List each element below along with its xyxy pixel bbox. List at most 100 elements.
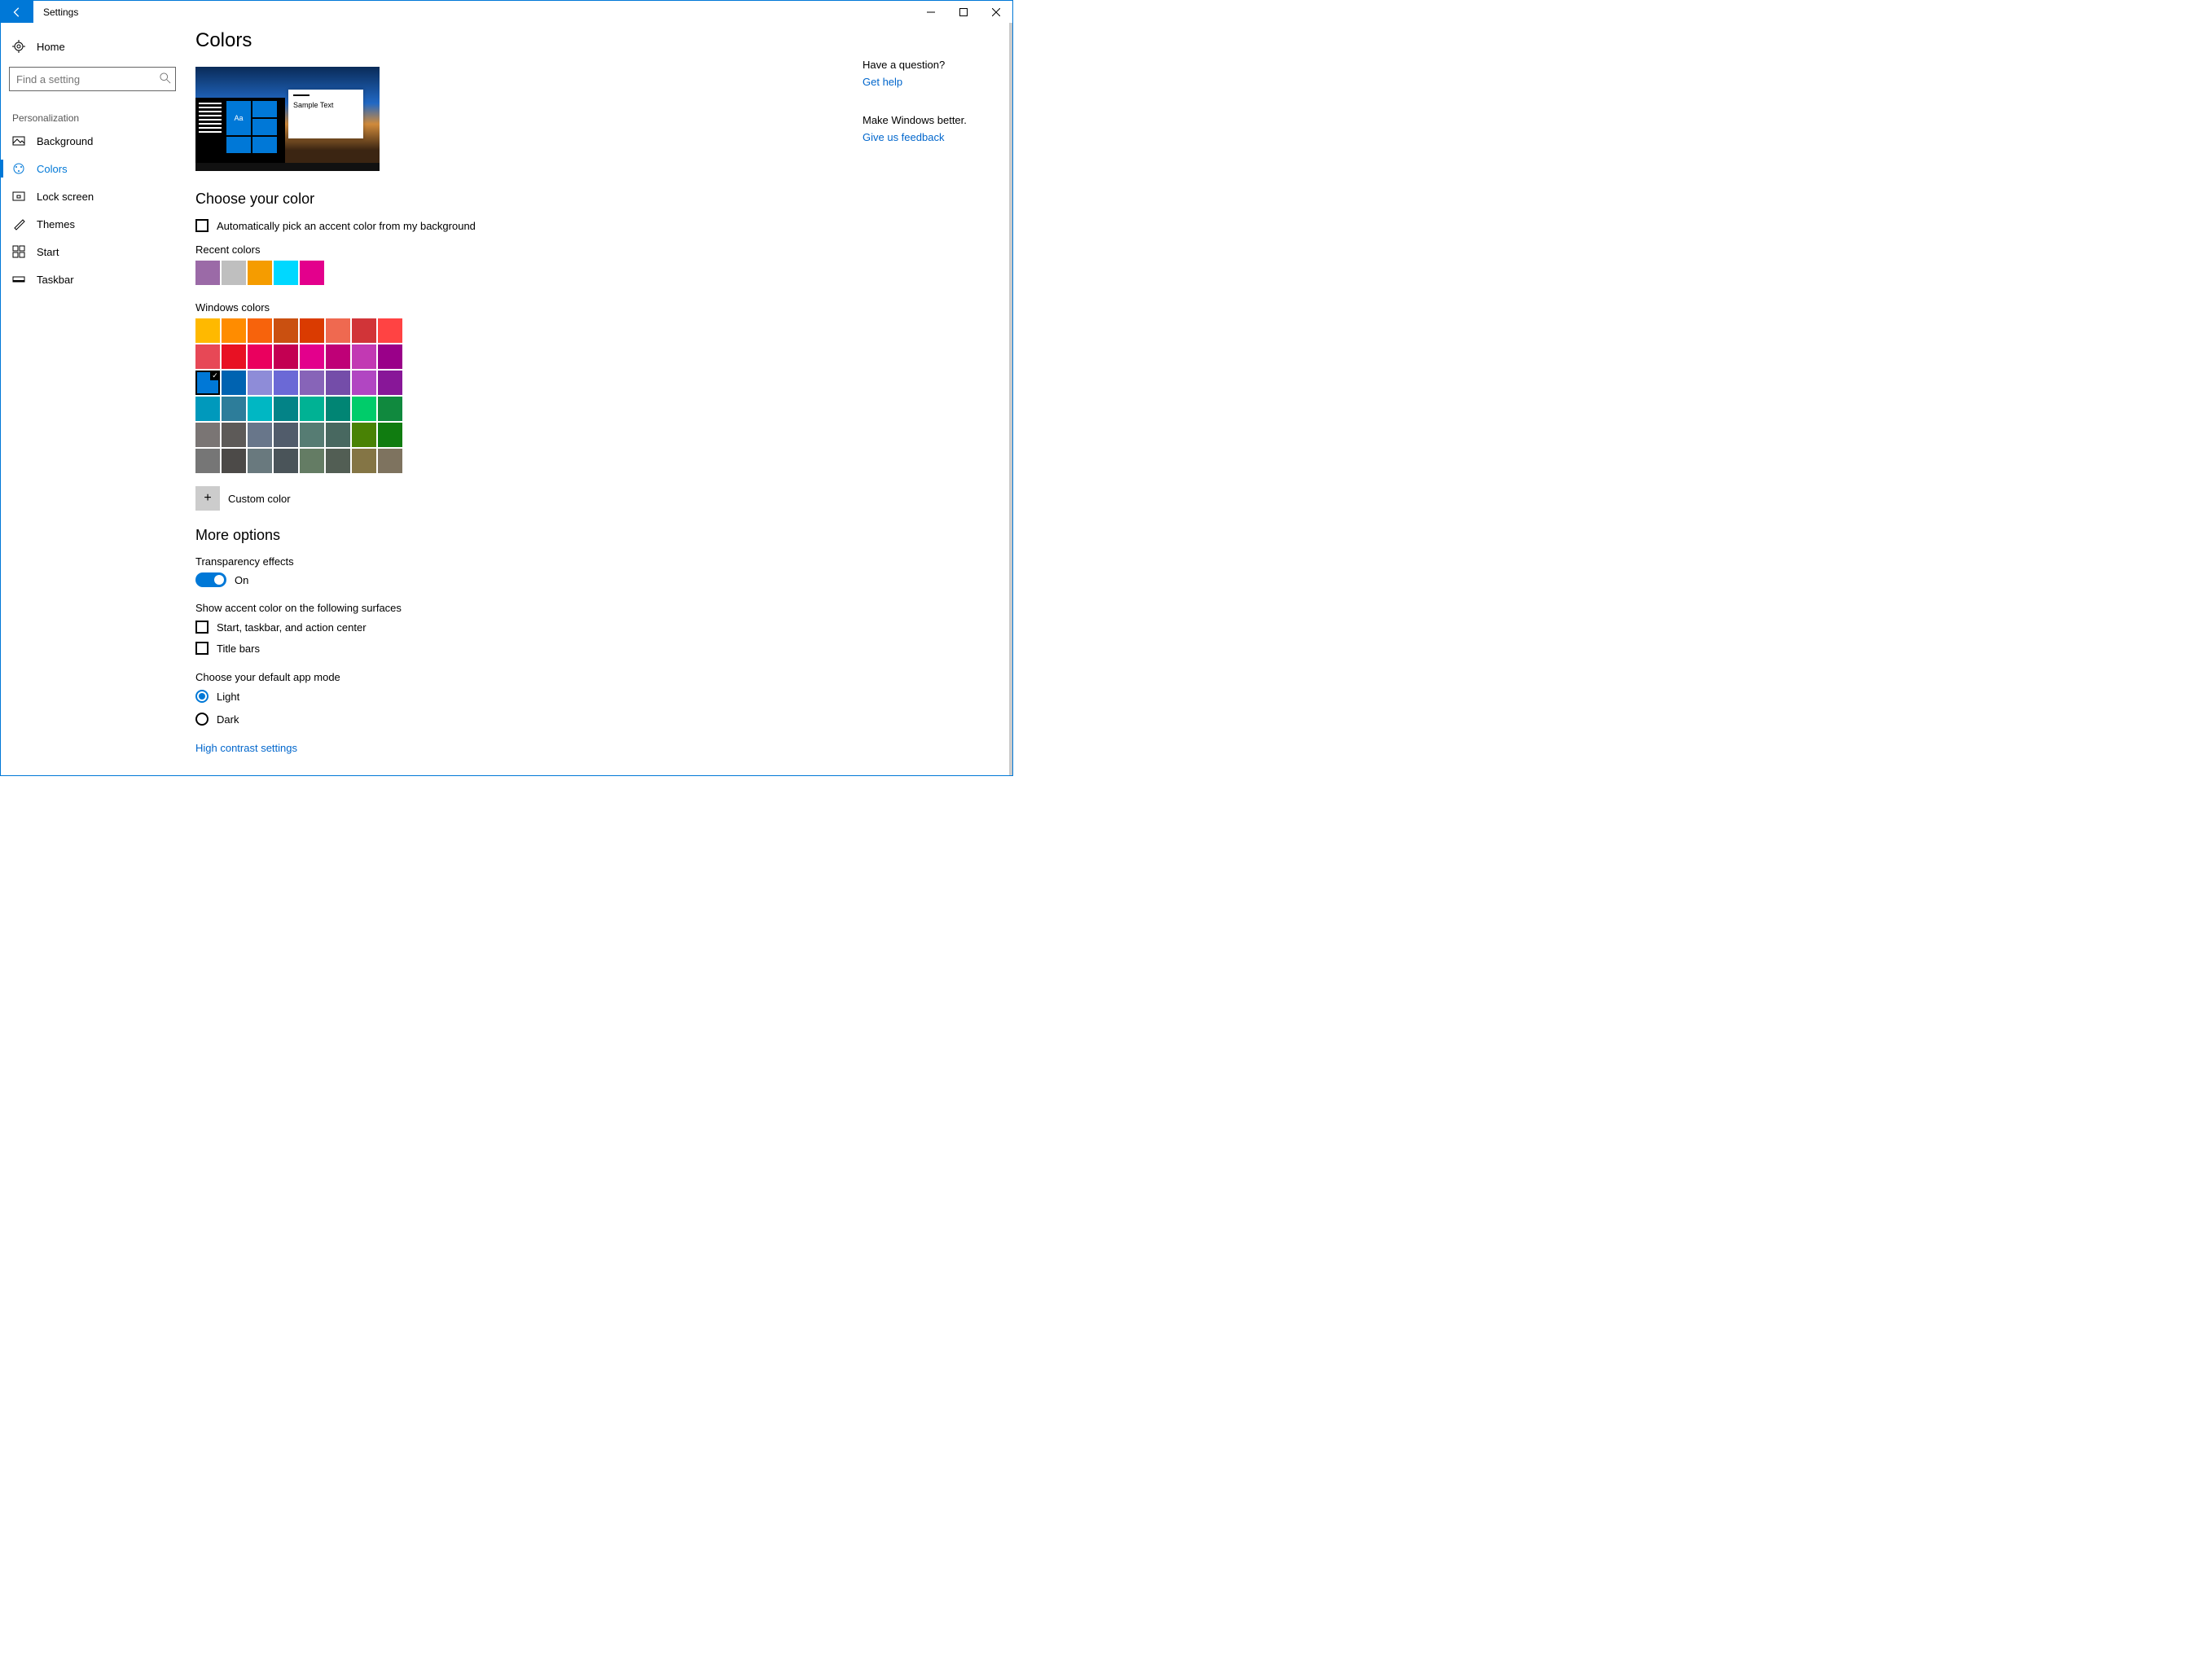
windows-color-swatch[interactable] <box>326 423 350 447</box>
windows-color-swatch[interactable] <box>222 449 246 473</box>
search-icon <box>160 72 171 86</box>
windows-color-swatch[interactable] <box>222 344 246 369</box>
app-mode-dark-radio[interactable] <box>195 713 209 726</box>
sidebar-item-colors[interactable]: Colors <box>1 155 184 182</box>
windows-color-swatch[interactable] <box>222 423 246 447</box>
recent-color-swatch[interactable] <box>222 261 246 285</box>
windows-color-swatch[interactable] <box>378 344 402 369</box>
surface-start-checkbox[interactable] <box>195 621 209 634</box>
surfaces-heading: Show accent color on the following surfa… <box>195 602 993 614</box>
windows-color-swatch[interactable] <box>300 371 324 395</box>
start-icon <box>12 245 25 258</box>
windows-color-swatch[interactable] <box>248 449 272 473</box>
app-mode-light-label: Light <box>217 691 239 703</box>
back-button[interactable] <box>1 1 33 23</box>
app-mode-light-radio[interactable] <box>195 690 209 703</box>
sidebar-item-themes[interactable]: Themes <box>1 210 184 238</box>
windows-color-swatch[interactable] <box>352 318 376 343</box>
sidebar-item-label: Background <box>37 135 93 147</box>
feedback-link[interactable]: Give us feedback <box>863 131 1001 143</box>
windows-color-swatch[interactable] <box>352 449 376 473</box>
windows-color-swatch[interactable] <box>222 318 246 343</box>
custom-color-button[interactable]: + <box>195 486 220 511</box>
windows-color-swatch[interactable] <box>274 318 298 343</box>
windows-color-swatch[interactable] <box>352 397 376 421</box>
windows-color-swatch[interactable] <box>378 397 402 421</box>
recent-colors-label: Recent colors <box>195 243 993 256</box>
surface-titlebars-checkbox[interactable] <box>195 642 209 655</box>
windows-color-swatch[interactable] <box>352 371 376 395</box>
windows-color-swatch[interactable] <box>378 423 402 447</box>
sidebar-item-start[interactable]: Start <box>1 238 184 265</box>
windows-color-swatch[interactable] <box>274 344 298 369</box>
sidebar-item-label: Lock screen <box>37 191 94 203</box>
windows-color-swatch[interactable] <box>195 371 220 395</box>
windows-color-swatch[interactable] <box>352 344 376 369</box>
windows-color-swatch[interactable] <box>195 318 220 343</box>
high-contrast-link[interactable]: High contrast settings <box>195 742 993 754</box>
windows-color-swatch[interactable] <box>378 318 402 343</box>
windows-color-swatch[interactable] <box>274 423 298 447</box>
recent-color-swatch[interactable] <box>195 261 220 285</box>
transparency-label: Transparency effects <box>195 555 993 568</box>
maximize-button[interactable] <box>947 1 980 23</box>
recent-color-swatch[interactable] <box>300 261 324 285</box>
windows-color-swatch[interactable] <box>326 371 350 395</box>
windows-color-swatch[interactable] <box>378 449 402 473</box>
windows-color-swatch[interactable] <box>195 344 220 369</box>
windows-color-swatch[interactable] <box>274 371 298 395</box>
windows-colors-label: Windows colors <box>195 301 993 314</box>
windows-color-swatch[interactable] <box>300 318 324 343</box>
get-help-link[interactable]: Get help <box>863 76 1001 88</box>
windows-color-swatch[interactable] <box>300 397 324 421</box>
sidebar-home-label: Home <box>37 41 65 53</box>
search-input[interactable] <box>9 67 176 91</box>
windows-color-swatch[interactable] <box>378 371 402 395</box>
close-button[interactable] <box>980 1 1012 23</box>
preview-tile-aa: Aa <box>226 101 251 135</box>
windows-color-swatch[interactable] <box>326 397 350 421</box>
windows-color-swatch[interactable] <box>352 423 376 447</box>
sidebar-item-lockscreen[interactable]: Lock screen <box>1 182 184 210</box>
sidebar-item-taskbar[interactable]: Taskbar <box>1 265 184 293</box>
auto-pick-checkbox[interactable] <box>195 219 209 232</box>
app-mode-heading: Choose your default app mode <box>195 671 993 683</box>
recent-colors-row <box>195 261 993 285</box>
sidebar-item-label: Colors <box>37 163 68 175</box>
custom-color-label: Custom color <box>228 493 291 505</box>
sidebar-section-header: Personalization <box>1 104 184 127</box>
recent-color-swatch[interactable] <box>248 261 272 285</box>
picture-icon <box>12 134 25 147</box>
minimize-button[interactable] <box>915 1 947 23</box>
windows-color-swatch[interactable] <box>300 344 324 369</box>
windows-color-swatch[interactable] <box>222 397 246 421</box>
windows-color-swatch[interactable] <box>248 318 272 343</box>
windows-color-swatch[interactable] <box>248 423 272 447</box>
scrollbar[interactable] <box>1009 23 1012 775</box>
windows-color-swatch[interactable] <box>326 344 350 369</box>
windows-color-swatch[interactable] <box>300 449 324 473</box>
surface-start-label: Start, taskbar, and action center <box>217 621 367 634</box>
windows-color-swatch[interactable] <box>195 423 220 447</box>
sidebar-item-background[interactable]: Background <box>1 127 184 155</box>
auto-pick-label: Automatically pick an accent color from … <box>217 220 476 232</box>
window-title: Settings <box>33 1 88 23</box>
windows-color-swatch[interactable] <box>326 449 350 473</box>
windows-color-swatch[interactable] <box>248 344 272 369</box>
right-question-heading: Have a question? <box>863 59 1001 71</box>
windows-color-swatch[interactable] <box>222 371 246 395</box>
plus-icon: + <box>204 491 211 506</box>
windows-color-swatch[interactable] <box>274 397 298 421</box>
windows-color-swatch[interactable] <box>195 397 220 421</box>
windows-color-swatch[interactable] <box>248 397 272 421</box>
app-mode-dark-label: Dark <box>217 713 239 726</box>
recent-color-swatch[interactable] <box>274 261 298 285</box>
windows-color-swatch[interactable] <box>326 318 350 343</box>
transparency-toggle[interactable] <box>195 572 226 587</box>
windows-color-swatch[interactable] <box>274 449 298 473</box>
sidebar-item-label: Taskbar <box>37 274 74 286</box>
windows-color-swatch[interactable] <box>248 371 272 395</box>
windows-color-swatch[interactable] <box>300 423 324 447</box>
windows-color-swatch[interactable] <box>195 449 220 473</box>
sidebar-home[interactable]: Home <box>1 33 184 60</box>
